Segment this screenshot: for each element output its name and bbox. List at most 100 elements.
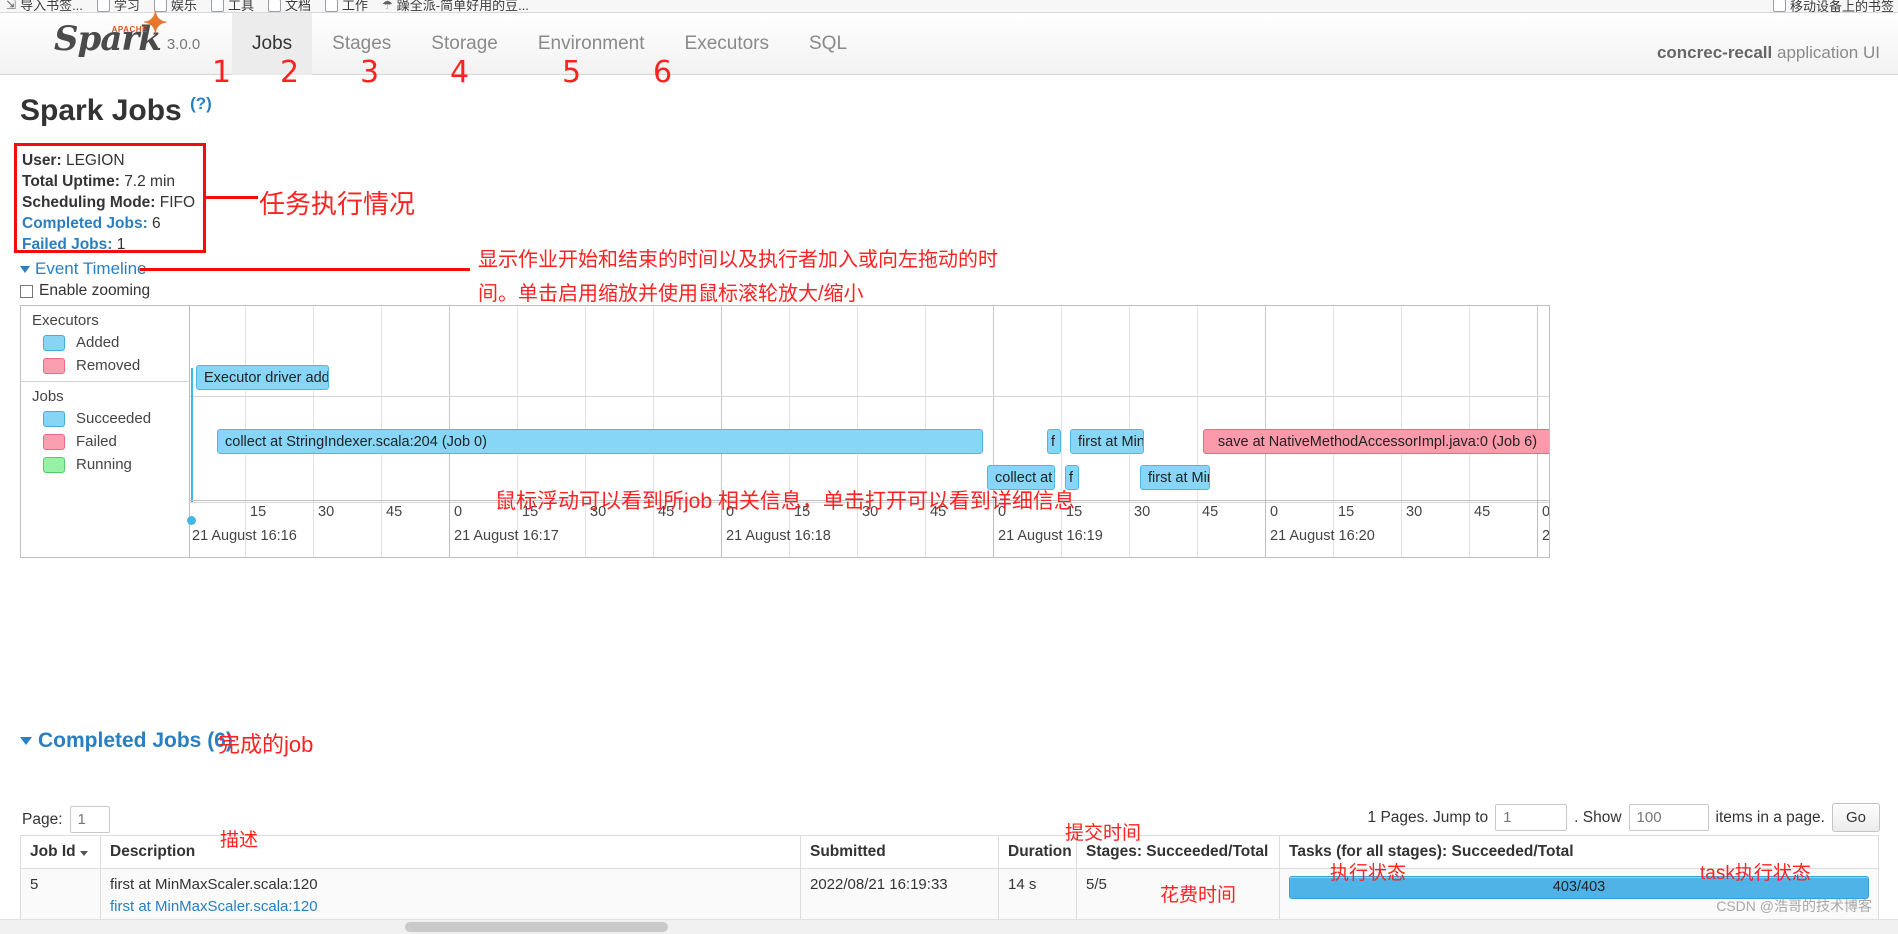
cell-job-id: 5 [20,868,101,923]
axis-date-label: 21 A [1542,528,1550,544]
timeline-legend: Executors Added Removed Jobs Succeeded F… [21,306,190,557]
axis-date-label: 21 August 16:18 [726,528,831,544]
bookmark-item[interactable]: 学习 [96,0,140,12]
summary-completed-label[interactable]: Completed Jobs: [22,215,148,232]
scrollbar-thumb[interactable] [405,922,668,932]
help-icon[interactable]: (?) [190,94,212,113]
folder-box-icon [324,0,338,12]
tab-label: Storage [431,33,498,54]
annotation-timeline-note-1: 显示作业开始和结束的时间以及执行者加入或向左拖动的时 [478,249,998,271]
axis-tick: 15 [1338,504,1355,520]
show-items-input[interactable] [1628,804,1709,831]
axis-tick: 30 [1134,504,1151,520]
annotation-nav-number-5: 5 [562,55,582,90]
summary-failed-value: 1 [116,236,126,253]
jump-to-input[interactable] [1495,804,1568,831]
bookmark-item[interactable]: ⇲ 导入书签... [6,0,83,12]
annotation-timeline-leader [140,268,470,271]
summary-row-scheduling: Scheduling Mode: FIFO [22,192,195,213]
pages-text: 1 Pages. Jump to [1367,808,1489,826]
timeline-job-bar[interactable]: first at Min [1140,465,1210,490]
column-submitted[interactable]: Submitted [800,835,999,869]
completed-jobs-table: Job Id Description Submitted Duration St… [20,835,1879,923]
axis-tick: 0 [454,504,463,520]
pager-controls: 1 Pages. Jump to . Show items in a page.… [1368,803,1880,832]
timeline-job-bar[interactable]: f [1047,429,1061,454]
page-input[interactable] [69,806,110,833]
summary-row-user: User: LEGION [22,150,195,171]
axis-tick: 0 [1542,504,1550,520]
timeline-job-bar[interactable]: collect at StringIndexer.scala:204 (Job … [217,429,983,454]
swatch-running-icon [43,456,65,473]
summary-row-uptime: Total Uptime: 7.2 min [22,171,195,192]
tab-sql[interactable]: SQL [789,13,867,75]
event-timeline-chart[interactable]: Executors Added Removed Jobs Succeeded F… [20,305,1550,558]
axis-tick: 45 [1474,504,1491,520]
tab-executors[interactable]: Executors [665,13,789,75]
tab-label: Environment [537,33,645,54]
axis-tick: 0 [1270,504,1279,520]
column-job-id[interactable]: Job Id [20,835,101,869]
summary-row-completed[interactable]: Completed Jobs: 6 [22,213,195,234]
timeline-executor-event[interactable]: Executor driver added [196,365,329,390]
swatch-removed-icon [43,357,65,374]
go-button[interactable]: Go [1831,803,1880,832]
bookmark-item[interactable]: ☂ 躁全派-简单好用的豆... [382,0,529,12]
annotation-summary-note: 任务执行情况 [259,189,416,219]
tab-label: Executors [684,33,769,54]
cell-duration: 14 s [998,868,1077,923]
bookmark-label: 文档 [284,0,311,12]
legend-jobs-title: Jobs [32,388,64,405]
items-text: items in a page. [1715,808,1825,826]
page-title-text: Spark Jobs [20,94,182,127]
bookmark-item[interactable]: 文档 [267,0,311,12]
legend-label: Running [76,456,132,473]
event-timeline-toggle[interactable]: Event Timeline [20,259,147,279]
timeline-job-bar[interactable]: first at MinM [1070,429,1144,454]
annotation-description-note: 描述 [220,830,259,851]
app-summary: User: LEGION Total Uptime: 7.2 min Sched… [22,150,195,255]
folder-box-icon [96,0,110,12]
summary-user-label: User: [22,152,62,169]
annotation-completed-note: 完成的job [218,732,314,757]
spark-brand[interactable]: APACHE Spark ✦ 3.0.0 [54,9,201,58]
legend-label: Succeeded [76,410,152,427]
summary-row-failed[interactable]: Failed Jobs: 1 [22,234,195,255]
shield-icon: ☂ [381,0,393,12]
folder-box-icon [210,0,224,12]
bookmark-item[interactable]: 工具 [210,0,254,12]
summary-user-value: LEGION [65,152,125,169]
tab-jobs[interactable]: Jobs [232,13,313,75]
tab-label: Stages [332,33,392,54]
bookmark-label: 娱乐 [170,0,197,12]
bookmark-item-mobile[interactable]: 移动设备上的书签 [1772,0,1894,12]
annotation-submitted-note: 提交时间 [1065,823,1142,844]
spark-version: 3.0.0 [166,36,201,53]
chevron-down-icon [20,265,30,273]
spark-jobs-page: ⇲ 导入书签... 学习 娱乐 工具 文档 工作 ☂ 躁全派-简单好用的豆... [0,0,1898,934]
bookmark-item[interactable]: 工作 [324,0,368,12]
completed-jobs-header[interactable]: Completed Jobs (6) [20,729,233,753]
page-label: Page: [22,810,63,828]
summary-failed-label[interactable]: Failed Jobs: [22,236,112,253]
annotation-tasks-note: task执行状态 [1700,863,1811,884]
horizontal-scrollbar[interactable] [0,919,1898,934]
table-row: 5 first at MinMaxScaler.scala:120 first … [20,868,1879,923]
enable-zooming-control[interactable]: Enable zooming [20,282,150,300]
checkbox-enable-zooming[interactable] [20,284,33,298]
event-timeline-label: Event Timeline [35,259,147,278]
axis-date-label: 21 August 16:20 [1270,528,1375,544]
tab-environment[interactable]: Environment [518,13,665,75]
bookmark-label: 移动设备上的书签 [1789,0,1894,12]
timeline-job-bar-failed[interactable]: save at NativeMethodAccessorImpl.java:0 … [1203,429,1549,454]
axis-tick: 45 [1202,504,1219,520]
bookmark-label: 工具 [227,0,254,12]
device-icon [1772,0,1786,12]
legend-item-job-running: Running [21,453,189,476]
column-description[interactable]: Description [100,835,801,869]
axis-tick: 30 [1406,504,1423,520]
axis-tick: 15 [250,504,267,520]
column-label: Submitted [810,843,886,860]
description-link[interactable]: first at MinMaxScaler.scala:120 [110,898,791,915]
application-name: concrec-recall [1656,43,1773,62]
